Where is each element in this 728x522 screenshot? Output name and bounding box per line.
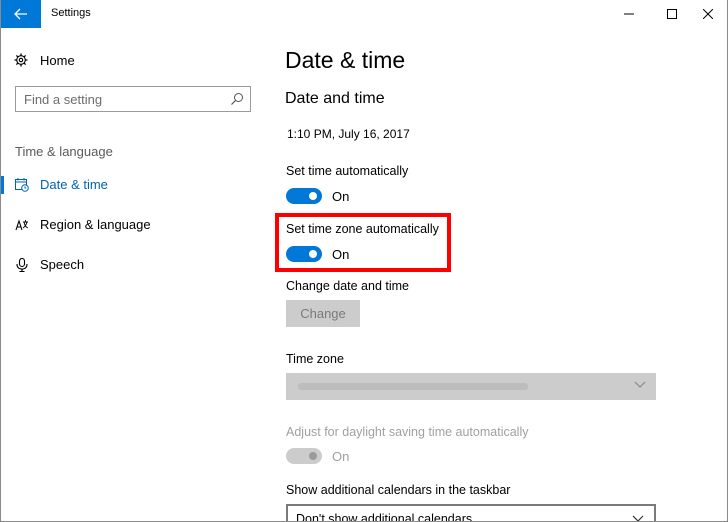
set-time-auto-toggle-row[interactable]: On	[286, 186, 349, 206]
title-bar: Settings	[1, 0, 727, 30]
minimize-button[interactable]	[606, 0, 651, 28]
sidebar-item-region-language[interactable]: Region & language	[1, 213, 265, 237]
settings-window: Settings Home Time & language	[0, 0, 728, 522]
gear-icon	[14, 53, 28, 67]
home-label: Home	[40, 52, 75, 68]
calendars-label: Show additional calendars in the taskbar	[286, 483, 511, 497]
close-icon	[702, 9, 713, 19]
language-icon	[15, 219, 29, 231]
sidebar: Home Time & language Date & time	[1, 30, 265, 521]
toggle-state: On	[332, 188, 350, 204]
daylight-label: Adjust for daylight saving time automati…	[286, 425, 529, 439]
sidebar-item-speech[interactable]: Speech	[1, 253, 265, 277]
calendar-clock-icon	[15, 178, 29, 192]
daylight-toggle-row: On	[286, 446, 349, 466]
set-tz-auto-toggle-row[interactable]: On	[286, 244, 349, 264]
close-button[interactable]	[685, 0, 727, 28]
time-zone-value-placeholder	[298, 383, 528, 390]
sidebar-item-date-time[interactable]: Date & time	[1, 173, 265, 197]
current-datetime: 1:10 PM, July 16, 2017	[287, 127, 410, 141]
set-tz-auto-toggle[interactable]	[286, 246, 322, 262]
search-box[interactable]	[15, 86, 251, 112]
main-content: Date & time Date and time 1:10 PM, July …	[265, 30, 727, 522]
set-tz-auto-label: Set time zone automatically	[286, 222, 439, 236]
set-time-auto-label: Set time automatically	[286, 164, 409, 178]
section-label: Time & language	[15, 144, 113, 159]
set-time-auto-toggle[interactable]	[286, 188, 322, 204]
change-datetime-label: Change date and time	[286, 279, 410, 293]
toggle-state: On	[332, 246, 350, 262]
window-title: Settings	[51, 7, 91, 19]
selection-indicator	[1, 176, 4, 194]
toggle-state: On	[332, 448, 350, 464]
sidebar-item-label: Speech	[40, 257, 85, 272]
home-nav-item[interactable]: Home	[14, 50, 75, 70]
calendars-value: Don't show additional calendars	[296, 512, 473, 522]
time-zone-label: Time zone	[286, 352, 344, 366]
search-icon[interactable]	[230, 92, 244, 106]
minimize-icon	[623, 13, 634, 15]
chevron-down-icon	[632, 515, 644, 521]
time-zone-dropdown[interactable]	[286, 373, 656, 400]
daylight-toggle	[286, 448, 322, 464]
toggle-knob	[309, 250, 317, 258]
microphone-icon	[16, 258, 28, 272]
toggle-knob	[309, 192, 317, 200]
back-button[interactable]	[1, 0, 41, 28]
chevron-down-icon	[634, 381, 646, 388]
toggle-knob	[309, 452, 317, 460]
sidebar-item-label: Date & time	[40, 177, 108, 192]
sidebar-item-label: Region & language	[40, 217, 151, 232]
change-button[interactable]: Change	[286, 300, 360, 327]
back-arrow-icon	[14, 8, 27, 20]
page-title: Date & time	[285, 47, 406, 73]
maximize-icon	[666, 9, 677, 19]
calendars-dropdown[interactable]: Don't show additional calendars	[286, 504, 656, 522]
search-input[interactable]	[16, 87, 216, 111]
section-title: Date and time	[285, 90, 385, 107]
